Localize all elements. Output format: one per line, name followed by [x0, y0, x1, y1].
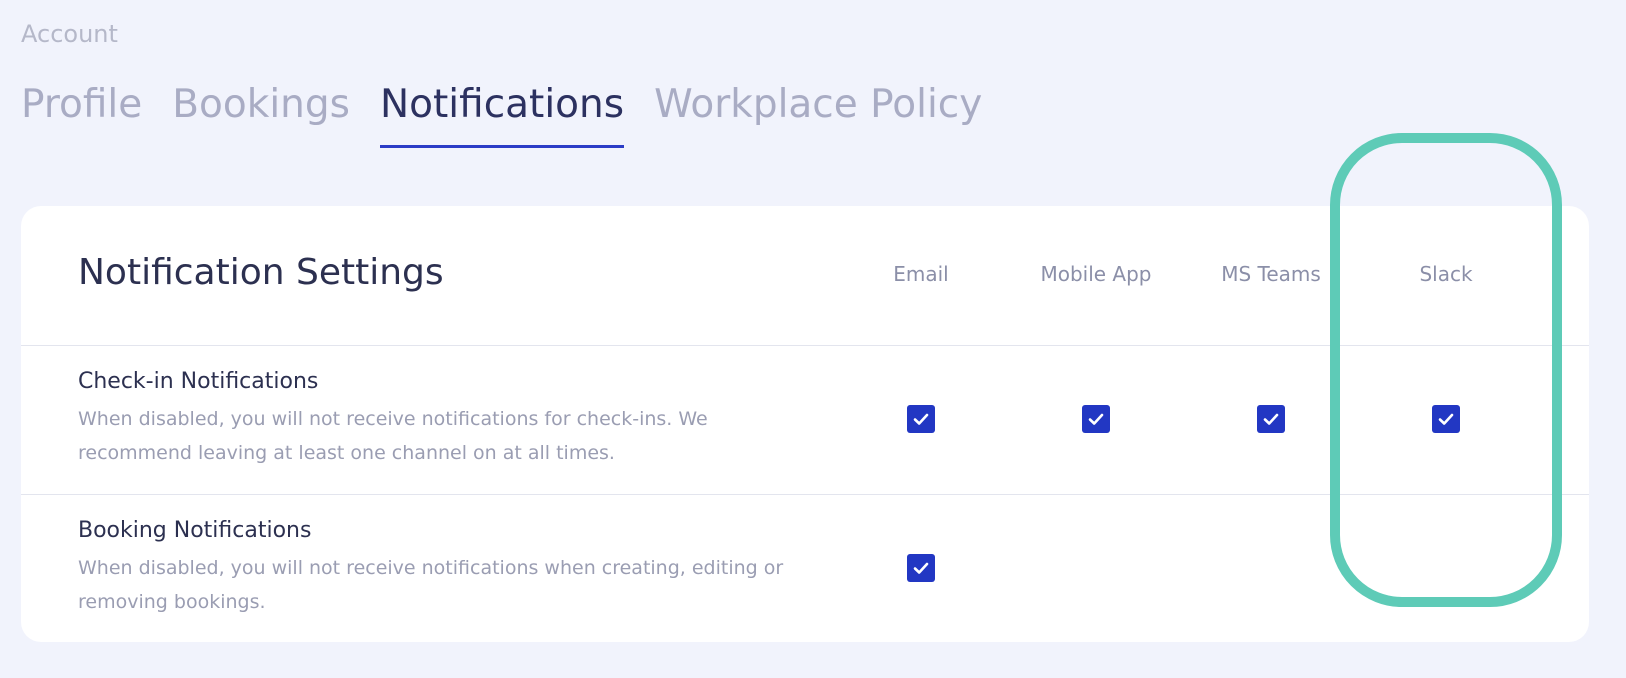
check-icon [913, 413, 929, 425]
row-title-booking: Booking Notifications [78, 518, 312, 543]
tab-bar: Profile Bookings Notifications Workplace… [21, 82, 982, 148]
check-icon [913, 562, 929, 574]
check-icon [1263, 413, 1279, 425]
checkbox-check-in-email[interactable] [907, 405, 935, 433]
row-description-booking: When disabled, you will not receive noti… [78, 557, 784, 613]
check-icon [1088, 413, 1104, 425]
tab-bookings[interactable]: Bookings [172, 82, 350, 148]
checkbox-check-in-slack[interactable] [1432, 405, 1460, 433]
check-icon [1438, 413, 1454, 425]
checkbox-booking-email[interactable] [907, 554, 935, 582]
card-title: Notification Settings [78, 252, 444, 293]
row-description-check-in: When disabled, you will not receive noti… [78, 408, 708, 464]
notification-settings-card: Notification Settings Email Mobile App M… [21, 206, 1589, 642]
column-header-ms-teams: MS Teams [1221, 262, 1321, 286]
header-divider [21, 345, 1589, 346]
tab-workplace-policy[interactable]: Workplace Policy [654, 82, 982, 148]
column-header-mobile-app: Mobile App [1040, 262, 1152, 286]
column-header-slack: Slack [1419, 262, 1473, 286]
checkbox-check-in-mobile-app[interactable] [1082, 405, 1110, 433]
tab-profile[interactable]: Profile [21, 82, 142, 148]
tab-notifications[interactable]: Notifications [379, 82, 625, 148]
breadcrumb: Account [21, 20, 118, 48]
column-header-email: Email [893, 262, 949, 286]
checkbox-check-in-ms-teams[interactable] [1257, 405, 1285, 433]
row-title-check-in: Check-in Notifications [78, 369, 319, 394]
row-divider [21, 494, 1589, 495]
